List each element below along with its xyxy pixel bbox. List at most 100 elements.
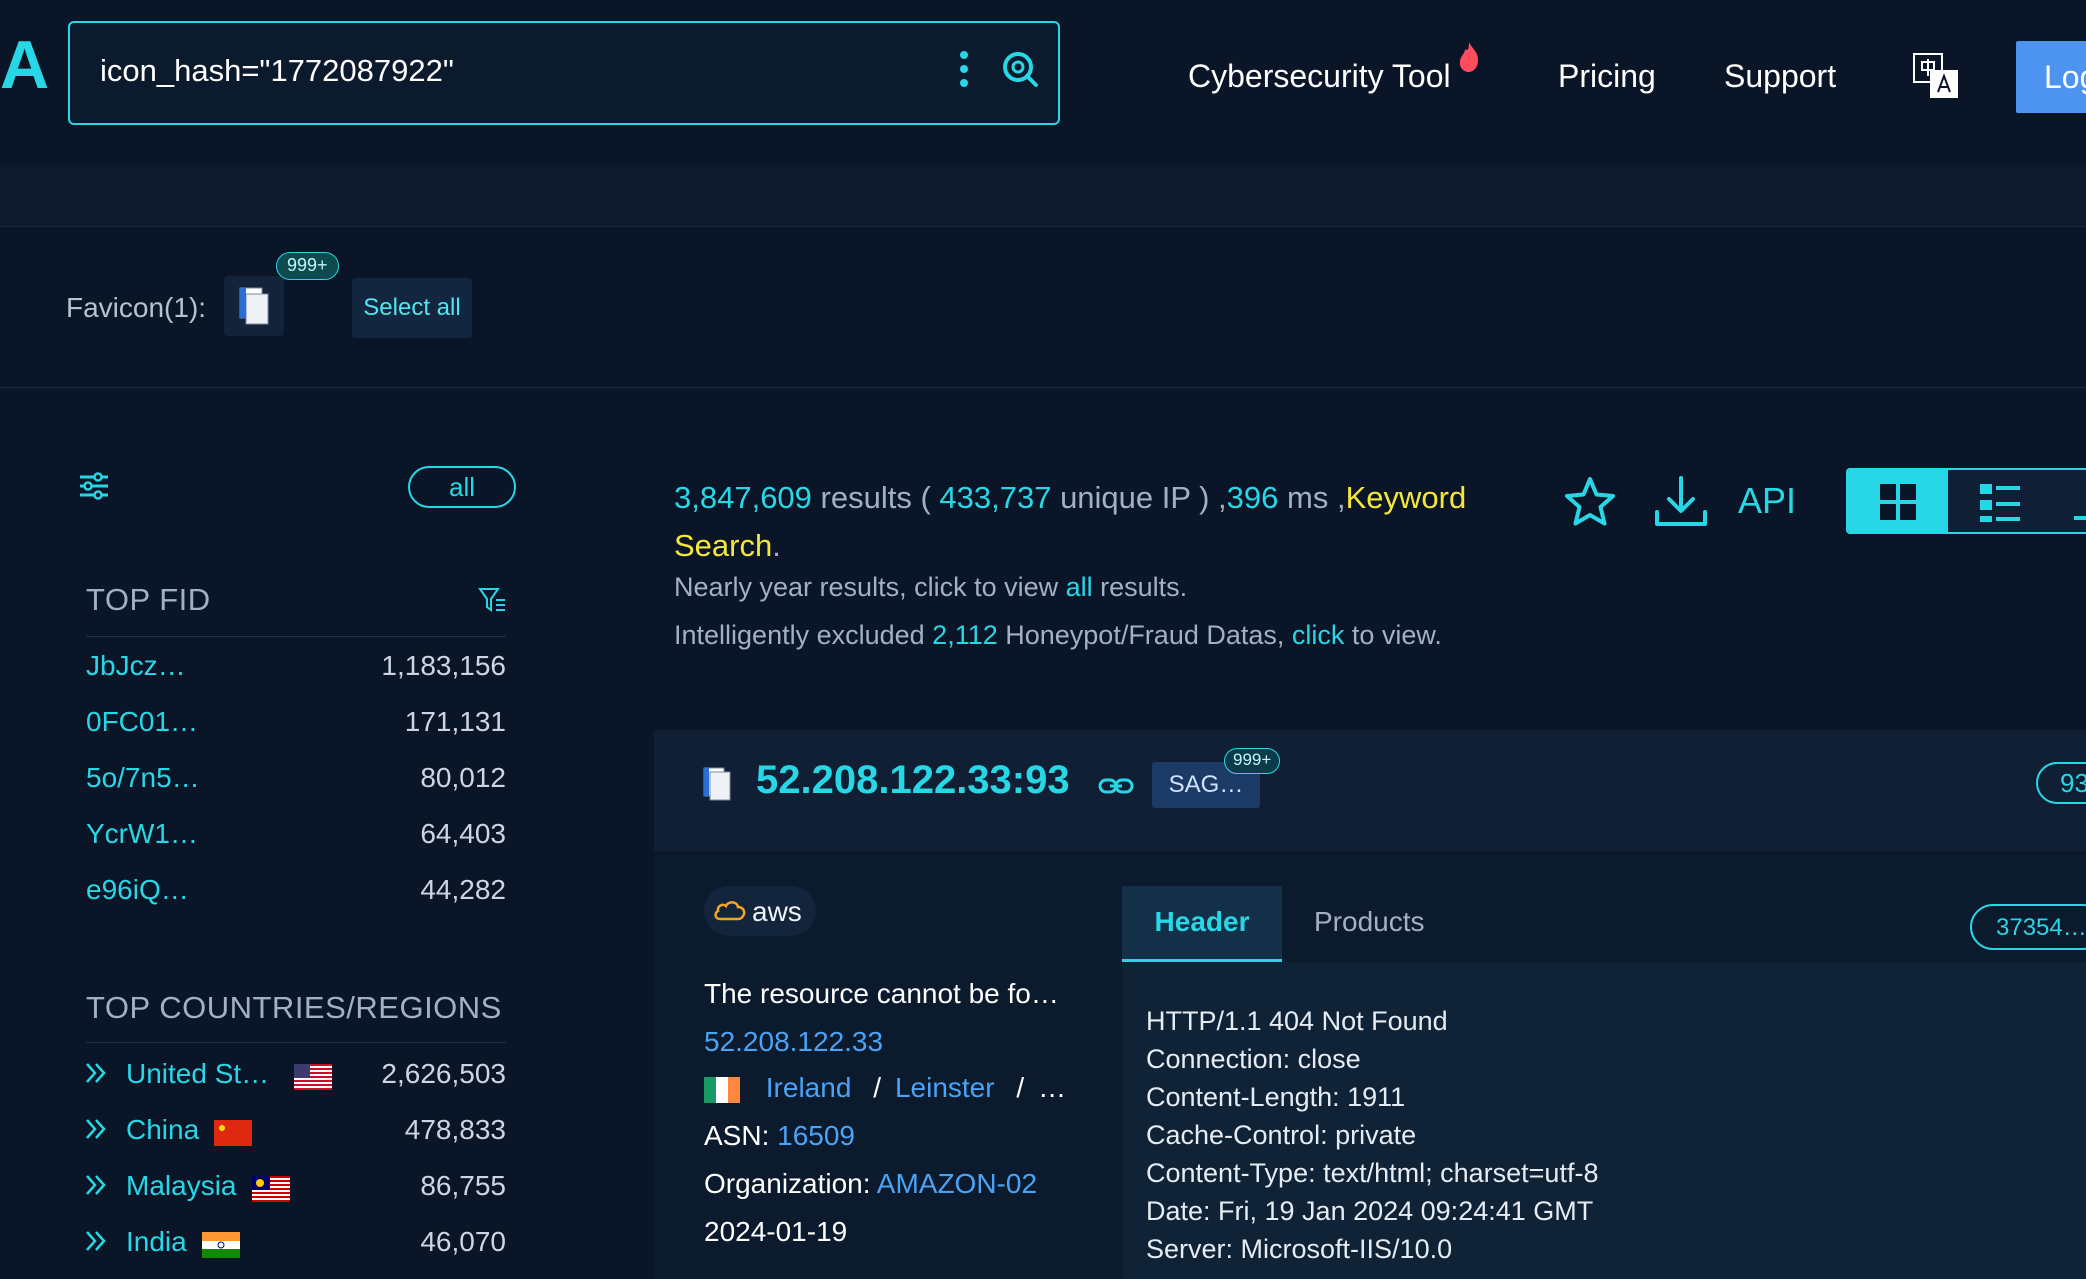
note-text: results. [1092,572,1188,602]
asn-line: ASN: 16509 [704,1120,855,1152]
ip-link[interactable]: 52.208.122.33 [704,1026,883,1058]
document-icon [703,767,731,801]
location-line: Ireland / Leinster /… [704,1072,1066,1104]
honeypot-view-link[interactable]: click [1292,620,1345,650]
chevron-right-icon[interactable] [84,1228,110,1254]
country-item-count: 478,833 [404,1114,506,1145]
flag-cn-icon [214,1120,252,1146]
location-more: … [1038,1072,1067,1103]
funnel-icon[interactable] [478,586,506,614]
select-all-button[interactable]: Select all [352,278,472,338]
favicon-row: Favicon(1): 999+ Select all [0,228,2086,388]
country-item-name[interactable]: United St… [126,1058,269,1090]
all-filter-pill[interactable]: all [408,466,516,508]
link-icon[interactable] [1098,774,1134,798]
grid-view-button[interactable] [1848,470,1948,532]
note-text: Honeypot/Fraud Datas, [997,620,1292,650]
nav-cybersecurity-tool[interactable]: Cybersecurity Tool [1188,58,1451,95]
note-text: to view. [1344,620,1442,650]
flag-in-icon [202,1232,240,1258]
chevron-right-icon[interactable] [84,1116,110,1142]
grid-icon [1880,484,1916,520]
http-header-line: Server: Microsoft-IIS/10.0 [1146,1234,1453,1264]
results-text: results ( [811,480,940,515]
fid-item-name[interactable]: YcrW1… [86,818,198,850]
nav-support[interactable]: Support [1724,58,1836,95]
http-header-line: HTTP/1.1 404 Not Found [1146,1006,1448,1036]
logo[interactable]: A [0,30,49,100]
http-header-line: Connection: close [1146,1044,1361,1074]
divider [86,636,506,637]
more-options-icon[interactable] [958,51,970,93]
favicon-thumbnail[interactable] [224,276,284,336]
top-countries-title: TOP COUNTRIES/REGIONS [86,990,502,1025]
cloud-provider-chip[interactable]: aws [704,886,816,936]
honeypot-note: Intelligently excluded 2,112 Honeypot/Fr… [674,620,1442,651]
login-button[interactable]: Log [2016,41,2086,113]
search-icon[interactable] [1000,49,1040,89]
tab-header[interactable]: Header [1122,886,1282,962]
query-ms: 396 [1226,480,1279,515]
fid-item-count: 171,131 [404,706,506,737]
list-icon [1980,484,2086,522]
list-view-button[interactable] [1948,470,2086,532]
country-item-count: 2,626,503 [381,1058,506,1089]
asn-link[interactable]: 16509 [777,1120,855,1151]
search-box[interactable]: icon_hash="1772087922" [68,21,1060,125]
honeypot-count: 2,112 [932,620,998,650]
date-text: 2024-01-19 [704,1216,848,1247]
fid-item-count: 44,282 [420,874,506,905]
top-fid-title: TOP FID [86,582,211,617]
view-all-link[interactable]: all [1066,572,1093,602]
star-icon[interactable] [1562,474,1618,530]
flag-ie-icon [704,1076,740,1103]
fid-item-name[interactable]: JbJcz… [86,650,186,682]
hash-pill[interactable]: 37354… [1970,904,2086,950]
view-toggle[interactable] [1846,468,2086,534]
favicon-label: Favicon(1): [66,292,207,323]
organization-label: Organization: [704,1168,877,1199]
fid-item-name[interactable]: 5o/7n5… [86,762,200,794]
api-link[interactable]: API [1738,480,1796,522]
country-item-count: 86,755 [420,1170,506,1201]
http-header-line: Date: Fri, 19 Jan 2024 09:24:41 GMT [1146,1196,1594,1226]
http-header-line: Content-Type: text/html; charset=utf-8 [1146,1158,1599,1188]
country-item-name[interactable]: China [126,1114,199,1146]
page-title-text: The resource cannot be fo… [704,978,1059,1009]
tab-products[interactable]: Products [1300,886,1460,962]
http-header-line: Cache-Control: private [1146,1120,1417,1150]
results-total: 3,847,609 [674,480,812,515]
ms-text: ms , [1278,480,1346,515]
country-link[interactable]: Ireland [766,1072,852,1103]
host-link[interactable]: 52.208.122.33:93 [756,758,1070,803]
port-pill[interactable]: 93 [2036,762,2086,804]
country-item-count: 46,070 [420,1226,506,1257]
location-separator: / [1016,1072,1025,1103]
filter-settings-icon[interactable] [78,470,110,502]
unique-ip-text: unique IP ) , [1051,480,1227,515]
product-tag-badge: 999+ [1224,748,1281,774]
country-item-name[interactable]: Malaysia [126,1170,236,1202]
fid-item-name[interactable]: e96iQ… [86,874,189,906]
fid-item-name[interactable]: 0FC01… [86,706,198,738]
region-link[interactable]: Leinster [895,1072,995,1103]
favicon-count-badge: 999+ [276,252,339,280]
cloud-icon [714,901,746,921]
organization-link[interactable]: AMAZON-02 [877,1168,1037,1199]
asn-label: ASN: [704,1120,778,1151]
organization-line: Organization: AMAZON-02 [704,1168,1037,1200]
fid-item-count: 64,403 [420,818,506,849]
cloud-provider-label: aws [752,896,802,927]
chevron-right-icon[interactable] [84,1172,110,1198]
country-item-name[interactable]: India [126,1226,187,1258]
results-summary: 3,847,609 results ( 433,737 unique IP ) … [674,474,1514,570]
language-icon[interactable] [1912,52,1960,100]
nav-pricing[interactable]: Pricing [1558,58,1656,95]
search-input[interactable]: icon_hash="1772087922" [100,53,454,89]
download-icon[interactable] [1652,474,1710,532]
chevron-right-icon[interactable] [84,1060,110,1086]
fid-item-count: 1,183,156 [381,650,506,681]
http-header-pane: HTTP/1.1 404 Not Found Connection: close… [1122,962,2086,1279]
note-text: Intelligently excluded [674,620,933,650]
unique-ip-count: 433,737 [939,480,1052,515]
